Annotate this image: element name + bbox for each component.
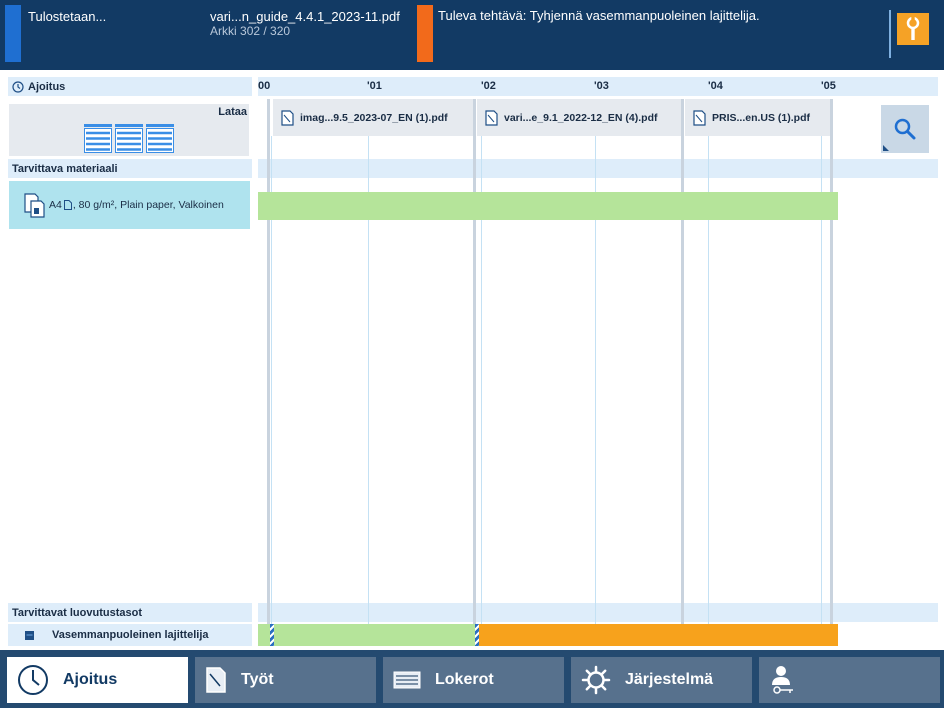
material-heading: Tarvittava materiaali: [8, 159, 252, 178]
job-card-name: imag...9.5_2023-07_EN (1).pdf: [300, 111, 448, 124]
status-color-bar: [5, 5, 21, 62]
load-paper-panel[interactable]: Lataa: [9, 104, 249, 156]
tray-icon: [393, 671, 421, 689]
sheet-counter-label: Arkki: [210, 24, 237, 38]
portrait-page-icon: [63, 200, 72, 210]
output-location-item[interactable]: Vasemmanpuoleinen lajittelija: [8, 624, 252, 646]
nav-tab-label: Lokerot: [435, 671, 494, 688]
nav-tab-system[interactable]: Järjestelmä: [571, 657, 752, 703]
material-track-heading: [258, 159, 938, 178]
outputs-heading: Tarvittavat luovutustasot: [8, 603, 252, 622]
material-timeline-bar: [258, 192, 838, 220]
document-icon: [485, 109, 498, 126]
header-separator: [889, 10, 891, 58]
material-details: , 80 g/m², Plain paper, Valkoinen: [72, 199, 224, 211]
gear-icon: [581, 665, 611, 695]
material-size: A4: [49, 199, 62, 211]
hour-label: '03: [594, 80, 609, 92]
hour-label: '05: [821, 80, 836, 92]
clock-icon: [18, 665, 48, 695]
current-job-name[interactable]: vari...n_guide_4.4.1_2023-11.pdf: [210, 9, 400, 24]
job-boundary: [267, 99, 270, 646]
corner-indicator-icon: [883, 145, 889, 151]
next-task-message[interactable]: Tuleva tehtävä: Tyhjennä vasemmanpuolein…: [438, 8, 760, 23]
paper-trays-icon: [84, 124, 174, 153]
job-boundary: [473, 99, 476, 646]
next-task-color-bar: [417, 5, 433, 62]
load-label: Lataa: [218, 106, 247, 118]
nav-tab-user[interactable]: [759, 657, 940, 703]
outputs-title: Tarvittavat luovutustasot: [12, 606, 142, 619]
output-location-name: Vasemmanpuoleinen lajittelija: [52, 629, 209, 641]
sorter-tray-icon: [25, 630, 34, 640]
zoom-button[interactable]: [881, 105, 929, 153]
sheet-counter-value: 302 / 320: [240, 24, 291, 38]
schedule-title: Ajoitus: [28, 80, 66, 93]
schedule-heading: Ajoitus: [8, 77, 252, 96]
document-icon: [693, 109, 706, 126]
output-marker-stripe: [270, 624, 274, 646]
hour-label: '01: [367, 80, 382, 92]
output-pending-bar: [475, 624, 838, 646]
clock-icon: [12, 80, 24, 93]
job-card[interactable]: vari...e_9.1_2022-12_EN (4).pdf: [477, 99, 681, 136]
hour-label: 00: [258, 80, 271, 92]
outputs-track-heading: [258, 603, 938, 622]
document-icon: [281, 109, 294, 126]
status-header: Tulostetaan... vari...n_guide_4.4.1_2023…: [0, 0, 944, 70]
sheet-counter: Arkki 302 / 320: [210, 24, 290, 38]
nav-tab-jobs[interactable]: Työt: [195, 657, 376, 703]
job-card[interactable]: imag...9.5_2023-07_EN (1).pdf: [273, 99, 473, 136]
wrench-icon: [906, 17, 920, 40]
printer-status: Tulostetaan...: [28, 9, 107, 24]
job-card-name: PRIS...en.US (1).pdf: [712, 111, 811, 124]
hour-label: '02: [481, 80, 496, 92]
job-boundary: [830, 99, 833, 646]
material-title: Tarvittava materiaali: [12, 162, 118, 175]
nav-tab-trays[interactable]: Lokerot: [383, 657, 564, 703]
material-item[interactable]: A4 , 80 g/m², Plain paper, Valkoinen: [9, 181, 250, 229]
nav-tab-label: Ajoitus: [63, 671, 118, 688]
bottom-navigation: Ajoitus Työt Lokerot Järjestelmä: [0, 650, 944, 708]
paper-stack-icon: [24, 193, 45, 218]
user-key-icon: [772, 666, 793, 694]
document-icon: [206, 667, 226, 693]
job-card[interactable]: PRIS...en.US (1).pdf: [685, 99, 830, 136]
nav-tab-label: Järjestelmä: [625, 671, 714, 688]
output-marker-stripe: [475, 624, 479, 646]
magnifier-icon: [894, 118, 916, 140]
job-boundary: [681, 99, 684, 646]
nav-tab-label: Työt: [241, 671, 274, 688]
nav-tab-schedule[interactable]: Ajoitus: [7, 657, 188, 703]
maintenance-button[interactable]: [897, 13, 929, 45]
job-card-name: vari...e_9.1_2022-12_EN (4).pdf: [504, 111, 658, 124]
output-done-bar: [258, 624, 475, 646]
hour-label: '04: [708, 80, 723, 92]
